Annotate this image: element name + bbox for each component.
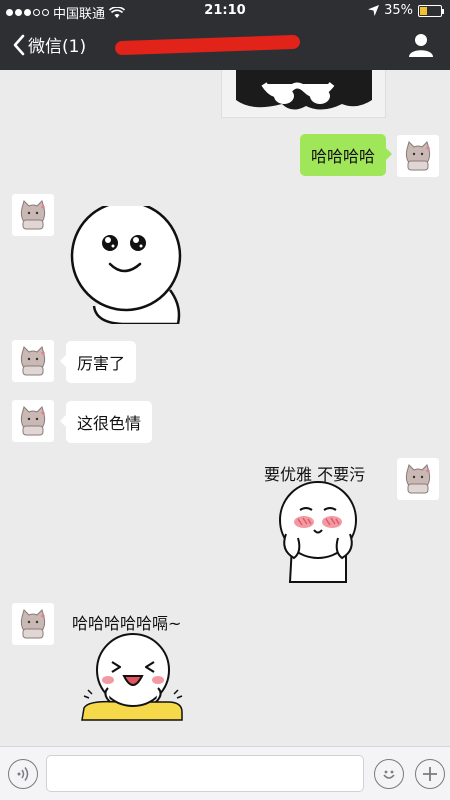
- smiley-icon: [383, 770, 395, 779]
- battery-percent: 35%: [384, 3, 413, 18]
- my-avatar[interactable]: [397, 458, 439, 500]
- person-icon[interactable]: [408, 32, 434, 58]
- message-bubble-received[interactable]: 厉害了: [59, 341, 137, 383]
- friend-avatar[interactable]: [12, 340, 54, 382]
- back-label: 微信(1): [28, 37, 87, 57]
- friend-avatar[interactable]: [12, 603, 54, 645]
- message-bubble-sent[interactable]: 哈哈哈哈: [299, 134, 393, 176]
- chevron-left-icon: [13, 34, 25, 55]
- top-bar: 中国联通 21:10 35% 微信(1): [0, 0, 450, 70]
- message-input[interactable]: [46, 755, 364, 792]
- back-button[interactable]: 微信(1): [12, 32, 86, 57]
- cat-avatar-icon: [20, 609, 46, 639]
- nav-bar: 微信(1): [0, 26, 450, 66]
- message-bubble-received[interactable]: 这很色情: [59, 401, 153, 443]
- location-arrow-icon: [368, 5, 380, 16]
- sticker-caption: 哈哈哈哈哈嗝~: [72, 614, 182, 633]
- my-avatar[interactable]: [397, 135, 439, 177]
- more-button[interactable]: [415, 759, 445, 789]
- battery-icon: [418, 4, 444, 17]
- cat-avatar-icon: [20, 346, 46, 376]
- battery-level: [420, 6, 427, 15]
- happy-face-sticker[interactable]: [66, 206, 186, 324]
- friend-avatar[interactable]: [12, 400, 54, 442]
- cat-avatar-icon: [20, 406, 46, 436]
- voice-icon: [17, 767, 29, 781]
- cat-avatar-icon: [405, 464, 431, 494]
- status-bar: 中国联通 21:10 35%: [0, 0, 450, 22]
- input-bar: [0, 746, 450, 800]
- friend-avatar[interactable]: [12, 194, 54, 236]
- voice-button[interactable]: [8, 759, 38, 789]
- redacted-title: [114, 34, 301, 56]
- partial-image-message[interactable]: [221, 70, 386, 118]
- cat-avatar-icon: [405, 141, 431, 171]
- plus-icon: [423, 767, 437, 781]
- emoji-button[interactable]: [374, 759, 404, 789]
- laughing-face-sticker[interactable]: [78, 632, 188, 724]
- cat-avatar-icon: [20, 200, 46, 230]
- status-right: 35%: [368, 3, 444, 18]
- chat-area[interactable]: 哈哈哈哈 厉害了 这很色情 要优雅 不要污 哈哈哈哈哈嗝~: [0, 70, 450, 746]
- blushing-face-sticker[interactable]: [276, 480, 366, 584]
